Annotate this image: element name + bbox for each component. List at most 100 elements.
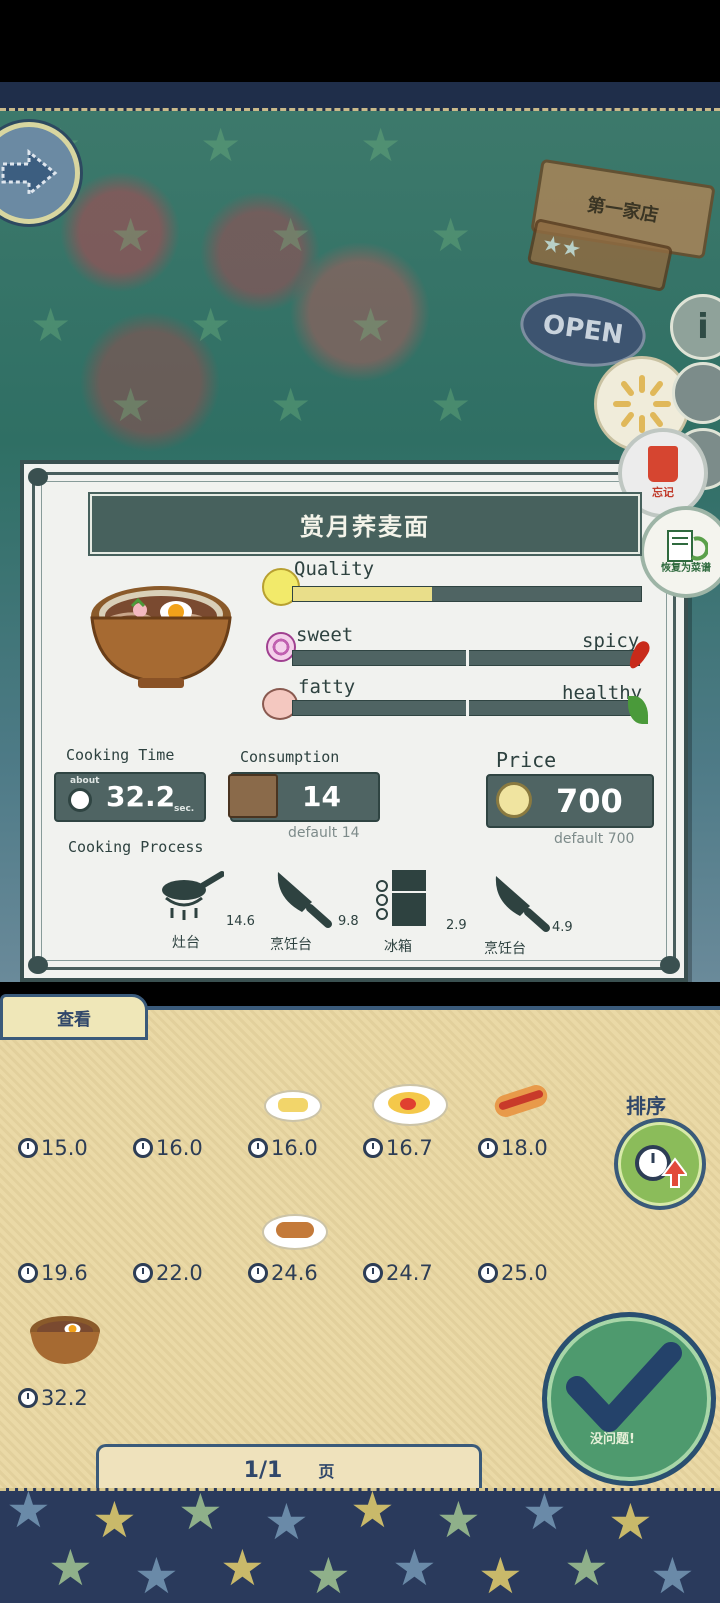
clock-icon [133,1263,153,1283]
spicy-label: spicy [582,630,640,652]
knife-icon [495,876,550,932]
bg-star-icon: ★ [110,378,152,432]
bear-corner-icon [28,468,48,486]
star-icon: ★ [6,1488,51,1539]
star-icon: ★ [264,1493,309,1551]
bg-star-icon: ★ [270,378,312,432]
fatty-healthy-bar [292,699,640,717]
bar-midpoint [466,699,469,717]
consumption-default: default 14 [288,825,360,841]
recipe-time[interactable]: 16.0 [133,1136,203,1160]
recipe-time[interactable]: 32.2 [18,1386,88,1410]
process-step-4-time: 4.9 [552,920,573,935]
star-icon: ★★ [539,230,584,264]
trash-can-icon [648,446,678,482]
fried-dish-icon[interactable] [262,1214,328,1250]
omelette-dish-icon[interactable] [264,1090,322,1122]
process-step-1-time: 14.6 [226,914,255,929]
omurice-dish-icon[interactable] [372,1084,448,1126]
soba-dish-icon[interactable] [28,1312,102,1368]
recipe-time[interactable]: 16.7 [363,1136,433,1160]
price-label: Price [496,748,557,772]
sort-time-icon [635,1145,687,1188]
timer-icon [68,788,92,812]
bg-star-icon: ★ [190,298,232,352]
clock-icon [18,1138,38,1158]
about-label: about [70,776,100,786]
seconds-unit: sec. [174,804,195,814]
bg-star-icon: ★ [350,298,392,352]
soba-bowl-icon [90,586,232,688]
clock-icon [363,1138,383,1158]
price-box: 700 [486,774,654,828]
sweet-label: sweet [296,624,354,646]
confirm-button[interactable] [542,1312,716,1486]
clock-icon [18,1388,38,1408]
page-indicator: 1/1 [243,1457,283,1483]
star-icon: ★ [392,1539,437,1597]
recipe-time-value: 32.2 [41,1386,88,1410]
fried-food-icon [276,1222,314,1238]
sort-button[interactable] [614,1118,706,1210]
restore-label: 恢复为菜谱 [661,563,711,574]
soba-thumbnail-icon [30,1316,100,1364]
star-icon: ★ [436,1491,481,1549]
process-step-4-label: 烹饪台 [484,941,526,957]
ketchup-icon [400,1098,416,1110]
bear-corner-icon [28,956,48,974]
star-icon: ★ [478,1547,523,1603]
recipe-time-value: 15.0 [41,1136,88,1160]
star-icon: ★ [178,1488,223,1541]
consumption-value: 14 [302,780,341,813]
sort-label: 排序 [626,1094,666,1118]
bg-star-icon: ★ [270,208,312,262]
cooking-process-label: Cooking Process [68,838,204,856]
recipe-time[interactable]: 16.0 [248,1136,318,1160]
cooking-time-value: 32.2 [106,780,176,813]
spinner-icon [613,375,671,433]
recipe-time-value: 22.0 [156,1261,203,1285]
recipe-time-value: 16.0 [271,1136,318,1160]
checkmark-icon [566,1342,682,1432]
page-suffix: 页 [318,1462,335,1481]
clock-icon [18,1263,38,1283]
recipe-time[interactable]: 19.6 [18,1261,88,1285]
star-icon: ★ [564,1539,609,1597]
recipe-time[interactable]: 24.6 [248,1261,318,1285]
recipe-time[interactable]: 18.0 [478,1136,548,1160]
star-icon: ★ [522,1488,567,1541]
bg-star-icon: ★ [30,298,72,352]
consumption-label: Consumption [240,748,340,766]
clock-icon [248,1138,268,1158]
recipe-time-value: 16.7 [386,1136,433,1160]
bottom-star-border: ★ ★ ★ ★ ★ ★ ★ ★ ★ ★ ★ ★ ★ ★ ★ ★ [0,1488,720,1603]
clock-icon [478,1138,498,1158]
recipe-time[interactable]: 22.0 [133,1261,203,1285]
dish-title: 赏月荞麦面 [90,494,640,554]
view-tab[interactable]: 查看 [0,994,148,1040]
arrow-right-icon [1,148,58,198]
ingredient-basket-icon [228,774,278,818]
knife-icon [277,872,332,928]
fatty-label: fatty [298,676,356,698]
recipe-time[interactable]: 15.0 [18,1136,88,1160]
recipe-time[interactable]: 25.0 [478,1261,548,1285]
star-icon: ★ [48,1539,93,1597]
clock-icon [363,1263,383,1283]
star-icon: ★ [350,1488,395,1539]
hotdog-dish-icon[interactable] [491,1082,552,1120]
fridge-icon [376,870,426,926]
omelette-icon [278,1098,308,1112]
recipe-time-value: 24.7 [386,1261,433,1285]
process-step-2-label: 烹饪台 [270,937,312,953]
cooking-time-label: Cooking Time [66,746,175,764]
info-icon: i [697,307,709,347]
process-step-3-time: 2.9 [446,918,467,933]
bar-midpoint [466,649,469,667]
status-bar-area [0,0,720,82]
recipe-restore-icon [667,530,708,562]
star-icon: ★ [608,1493,653,1551]
quality-bar [292,586,642,602]
recipe-time[interactable]: 24.7 [363,1261,433,1285]
star-icon: ★ [220,1539,265,1597]
